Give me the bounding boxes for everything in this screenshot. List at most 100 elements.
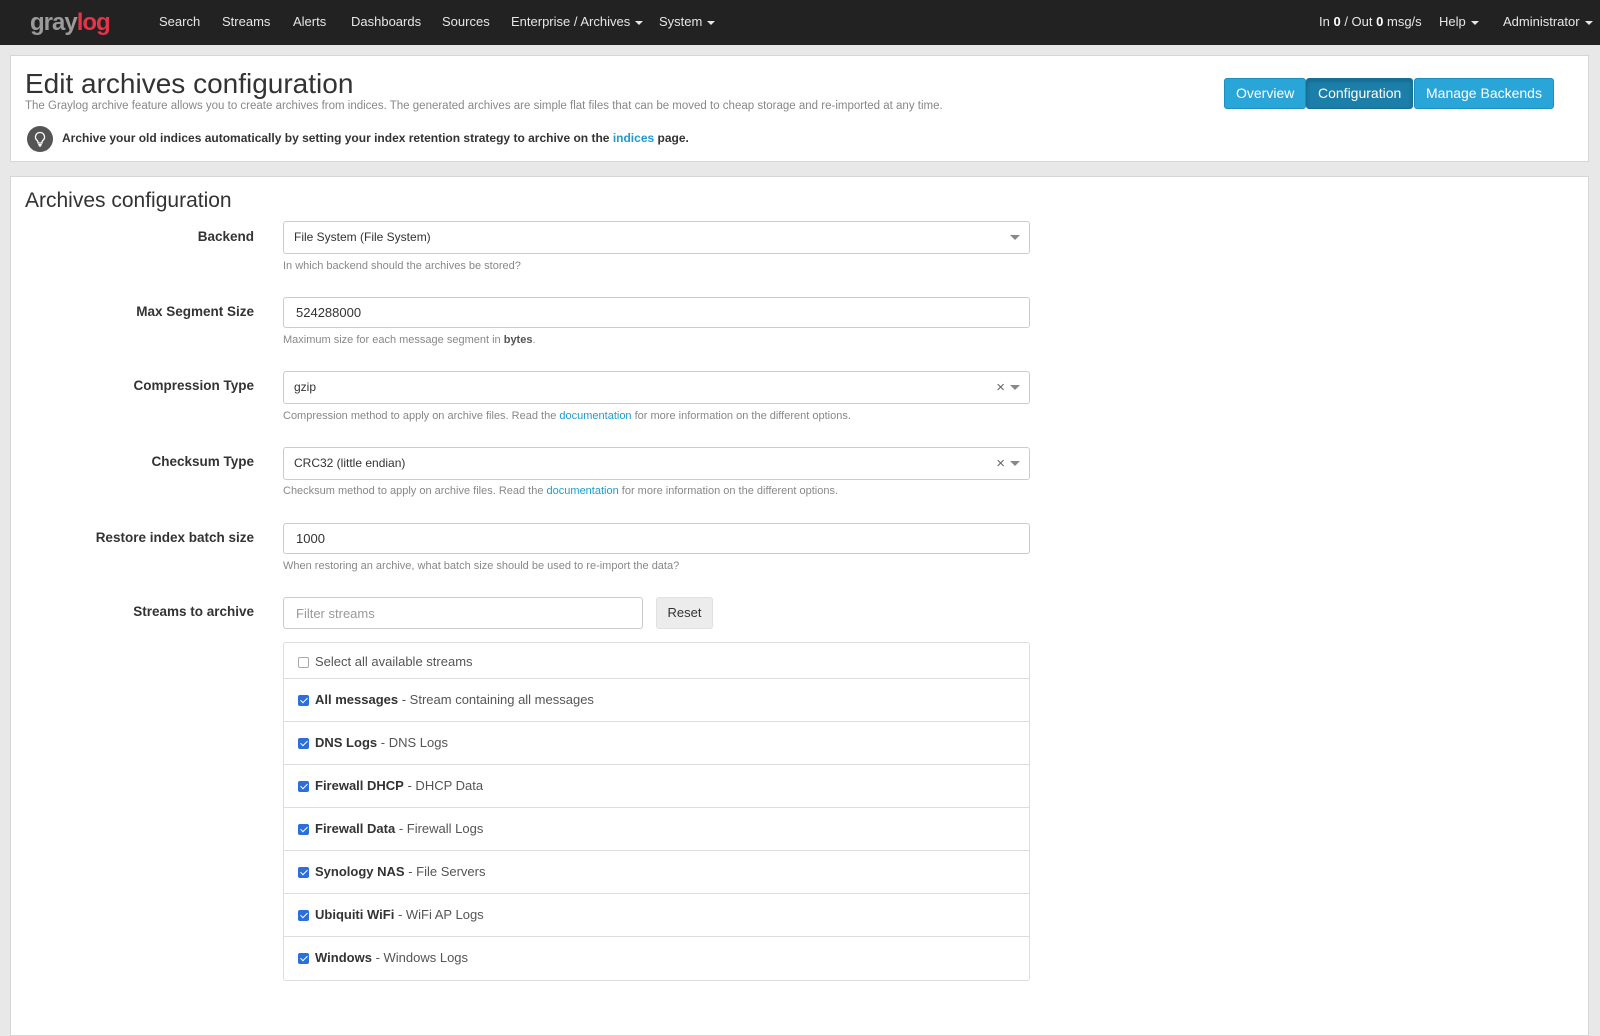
nav-sources[interactable]: Sources: [442, 0, 490, 45]
stream-name: All messages: [315, 692, 398, 707]
stream-label: Firewall DHCP - DHCP Data: [315, 778, 483, 793]
nav-enterprise-archives[interactable]: Enterprise / Archives: [511, 0, 643, 45]
checksum-label: Checksum Type: [151, 454, 254, 469]
throughput-unit: msg/s: [1387, 14, 1422, 29]
select-all-row[interactable]: Select all available streams: [284, 643, 1029, 679]
chevron-down-icon: [1471, 21, 1479, 25]
stream-description: - DNS Logs: [381, 735, 448, 750]
stream-checkbox[interactable]: [298, 910, 309, 921]
stream-description: - Firewall Logs: [399, 821, 484, 836]
stream-checkbox[interactable]: [298, 781, 309, 792]
select-all-label: Select all available streams: [315, 654, 473, 669]
retention-tip: Archive your old indices automatically b…: [62, 131, 689, 145]
checksum-select[interactable]: CRC32 (little endian) ×: [283, 447, 1030, 480]
stream-description: - WiFi AP Logs: [398, 907, 484, 922]
stream-label: DNS Logs - DNS Logs: [315, 735, 448, 750]
throughput-in-value: 0: [1333, 14, 1340, 29]
stream-checkbox[interactable]: [298, 867, 309, 878]
nav-user-menu[interactable]: Administrator: [1503, 0, 1593, 45]
checksum-help: Checksum method to apply on archive file…: [283, 485, 838, 497]
checksum-documentation-link[interactable]: documentation: [547, 485, 619, 497]
select-all-checkbox[interactable]: [298, 657, 309, 668]
stream-row[interactable]: Ubiquiti WiFi - WiFi AP Logs: [284, 894, 1029, 937]
stream-list: Select all available streams All message…: [283, 642, 1030, 981]
configuration-button[interactable]: Configuration: [1306, 78, 1413, 109]
stream-name: DNS Logs: [315, 735, 377, 750]
nav-user-label: Administrator: [1503, 14, 1580, 29]
stream-checkbox[interactable]: [298, 695, 309, 706]
nav-alerts[interactable]: Alerts: [293, 0, 326, 45]
indices-link[interactable]: indices: [613, 131, 654, 145]
stream-checkbox[interactable]: [298, 738, 309, 749]
max-segment-help-text: Maximum size for each message segment in: [283, 334, 501, 346]
stream-checkbox[interactable]: [298, 824, 309, 835]
stream-description: - DHCP Data: [407, 778, 483, 793]
max-segment-label: Max Segment Size: [136, 304, 254, 319]
backend-select-value: File System (File System): [294, 230, 431, 244]
stream-row[interactable]: Synology NAS - File Servers: [284, 851, 1029, 894]
chevron-down-icon: [1010, 461, 1020, 466]
compression-label: Compression Type: [133, 378, 254, 393]
nav-help-label: Help: [1439, 14, 1466, 29]
restore-batch-input[interactable]: 1000: [283, 523, 1030, 554]
chevron-down-icon: [635, 21, 643, 25]
stream-name: Synology NAS: [315, 864, 405, 879]
stream-name: Ubiquiti WiFi: [315, 907, 394, 922]
max-segment-help: Maximum size for each message segment in…: [283, 334, 536, 346]
stream-row[interactable]: Firewall DHCP - DHCP Data: [284, 765, 1029, 808]
compression-help-text: Compression method to apply on archive f…: [283, 410, 556, 422]
filter-streams-input[interactable]: [283, 597, 643, 629]
page-description: The Graylog archive feature allows you t…: [25, 100, 943, 112]
streams-label: Streams to archive: [133, 604, 254, 619]
nav-streams[interactable]: Streams: [222, 0, 270, 45]
max-segment-input[interactable]: 524288000: [283, 297, 1030, 328]
nav-enterprise-label: Enterprise / Archives: [511, 14, 630, 29]
page-header-panel: Edit archives configuration The Graylog …: [10, 55, 1589, 162]
stream-name: Firewall DHCP: [315, 778, 404, 793]
restore-batch-help: When restoring an archive, what batch si…: [283, 560, 679, 572]
throughput-indicator[interactable]: In 0 / Out 0 msg/s: [1319, 0, 1422, 45]
tip-text-before: Archive your old indices automatically b…: [62, 131, 609, 145]
graylog-logo[interactable]: graylog: [30, 9, 110, 37]
stream-description: - Windows Logs: [376, 950, 468, 965]
backend-select[interactable]: File System (File System): [283, 221, 1030, 254]
stream-label: Synology NAS - File Servers: [315, 864, 486, 879]
manage-backends-button[interactable]: Manage Backends: [1414, 78, 1554, 109]
stream-name: Windows: [315, 950, 372, 965]
archives-config-panel: Archives configuration Backend File Syst…: [10, 176, 1589, 1036]
chevron-down-icon: [1010, 235, 1020, 240]
stream-description: - File Servers: [408, 864, 485, 879]
nav-search[interactable]: Search: [159, 0, 200, 45]
stream-row[interactable]: All messages - Stream containing all mes…: [284, 679, 1029, 722]
overview-button[interactable]: Overview: [1224, 78, 1306, 109]
clear-icon[interactable]: ×: [996, 448, 1005, 479]
nav-help[interactable]: Help: [1439, 0, 1479, 45]
top-navbar: graylog Search Streams Alerts Dashboards…: [0, 0, 1600, 45]
backend-label: Backend: [198, 229, 254, 244]
compression-select[interactable]: gzip ×: [283, 371, 1030, 404]
throughput-out-value: 0: [1376, 14, 1383, 29]
chevron-down-icon: [1010, 385, 1020, 390]
compression-documentation-link[interactable]: documentation: [559, 410, 631, 422]
stream-row[interactable]: DNS Logs - DNS Logs: [284, 722, 1029, 765]
stream-checkbox[interactable]: [298, 953, 309, 964]
stream-label: Windows - Windows Logs: [315, 950, 468, 965]
nav-system[interactable]: System: [659, 0, 715, 45]
reset-button[interactable]: Reset: [656, 597, 713, 629]
throughput-in-label: In: [1319, 14, 1330, 29]
stream-label: Ubiquiti WiFi - WiFi AP Logs: [315, 907, 484, 922]
stream-label: Firewall Data - Firewall Logs: [315, 821, 483, 836]
backend-help: In which backend should the archives be …: [283, 260, 521, 272]
throughput-out-label: / Out: [1344, 14, 1372, 29]
stream-row[interactable]: Firewall Data - Firewall Logs: [284, 808, 1029, 851]
stream-name: Firewall Data: [315, 821, 395, 836]
restore-batch-label: Restore index batch size: [96, 530, 254, 545]
checksum-select-value: CRC32 (little endian): [294, 456, 405, 470]
page-title: Edit archives configuration: [25, 66, 353, 102]
clear-icon[interactable]: ×: [996, 372, 1005, 403]
nav-system-label: System: [659, 14, 702, 29]
stream-rows: All messages - Stream containing all mes…: [284, 679, 1029, 980]
checksum-help-end: for more information on the different op…: [622, 485, 838, 497]
stream-row[interactable]: Windows - Windows Logs: [284, 937, 1029, 980]
nav-dashboards[interactable]: Dashboards: [351, 0, 421, 45]
